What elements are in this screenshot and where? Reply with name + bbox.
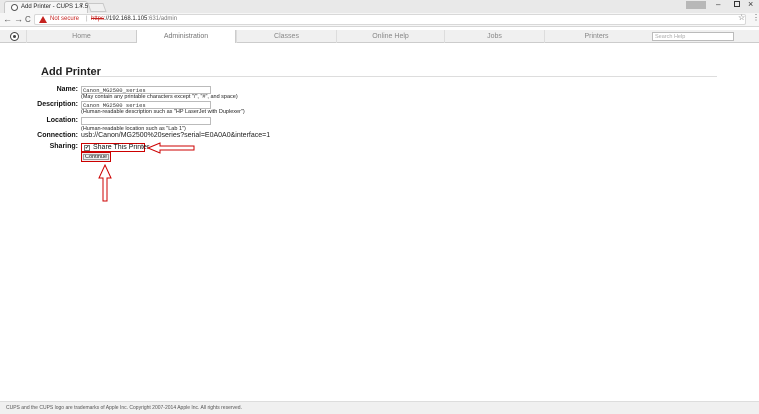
address-toolbar: ← → C Not secure | https://192.168.1.105… [0, 13, 759, 27]
description-field[interactable] [81, 101, 211, 109]
new-tab-button[interactable] [87, 3, 107, 12]
cups-navbar: Home Administration Classes Online Help … [0, 30, 759, 43]
nav-jobs[interactable]: Jobs [444, 30, 544, 43]
connection-label: Connection: [37, 132, 78, 139]
minimize-icon[interactable]: – [716, 0, 720, 9]
location-label: Location: [46, 117, 79, 124]
omnibox-separator: | [86, 16, 88, 22]
annotation-arrow-up-icon [98, 164, 112, 202]
nav-printers[interactable]: Printers [544, 30, 648, 43]
share-printer-checkbox[interactable]: ✔ [84, 145, 90, 151]
description-label: Description: [37, 101, 78, 108]
footer-text: CUPS and the CUPS logo are trademarks of… [6, 405, 242, 411]
url-text[interactable]: https://192.168.1.105:631/admin [91, 16, 177, 22]
description-hint: (Human-readable description such as "HP … [81, 109, 245, 115]
warning-icon [39, 16, 47, 23]
continue-button[interactable]: Continue [81, 152, 111, 162]
profile-button[interactable] [686, 1, 706, 9]
url-path: :631/admin [147, 16, 178, 22]
browser-tab[interactable]: Add Printer - CUPS 1.7.5 × [4, 1, 88, 13]
share-printer-highlight: ✔ Share This Printer [81, 143, 149, 152]
browser-titlebar: Add Printer - CUPS 1.7.5 × – × [0, 0, 759, 13]
page-footer: CUPS and the CUPS logo are trademarks of… [0, 401, 759, 414]
tab-close-icon[interactable]: × [79, 3, 83, 10]
nav-home[interactable]: Home [26, 30, 136, 43]
url-host: ://192.168.1.105 [104, 16, 148, 22]
search-help-input[interactable] [652, 32, 734, 41]
name-label: Name: [56, 86, 78, 93]
cups-logo-icon[interactable] [10, 32, 19, 41]
nav-classes[interactable]: Classes [236, 30, 336, 43]
back-arrow-icon[interactable]: ← [3, 14, 12, 24]
name-hint: (May contain any printable characters ex… [81, 94, 238, 100]
nav-administration[interactable]: Administration [136, 30, 236, 43]
annotation-arrow-left-icon [147, 142, 195, 154]
window-close-icon[interactable]: × [748, 0, 753, 9]
name-field[interactable] [81, 86, 211, 94]
title-divider [41, 76, 717, 77]
nav-online-help[interactable]: Online Help [336, 30, 444, 43]
omnibox[interactable]: Not secure | https://192.168.1.105:631/a… [34, 14, 746, 25]
connection-value: usb://Canon/MG2500%20series?serial=E0A0A… [81, 132, 271, 139]
forward-arrow-icon[interactable]: → [14, 14, 23, 24]
location-field[interactable] [81, 117, 211, 125]
share-printer-label[interactable]: Share This Printer [93, 144, 149, 151]
sharing-label: Sharing: [49, 143, 78, 150]
bookmark-star-icon[interactable]: ☆ [738, 13, 745, 22]
security-indicator[interactable]: Not secure [50, 16, 79, 22]
cups-favicon-icon [11, 4, 18, 11]
maximize-icon[interactable] [734, 1, 740, 7]
url-protocol: https [91, 16, 105, 22]
browser-menu-icon[interactable]: ⋮ [752, 13, 759, 22]
reload-icon[interactable]: C [25, 15, 31, 24]
